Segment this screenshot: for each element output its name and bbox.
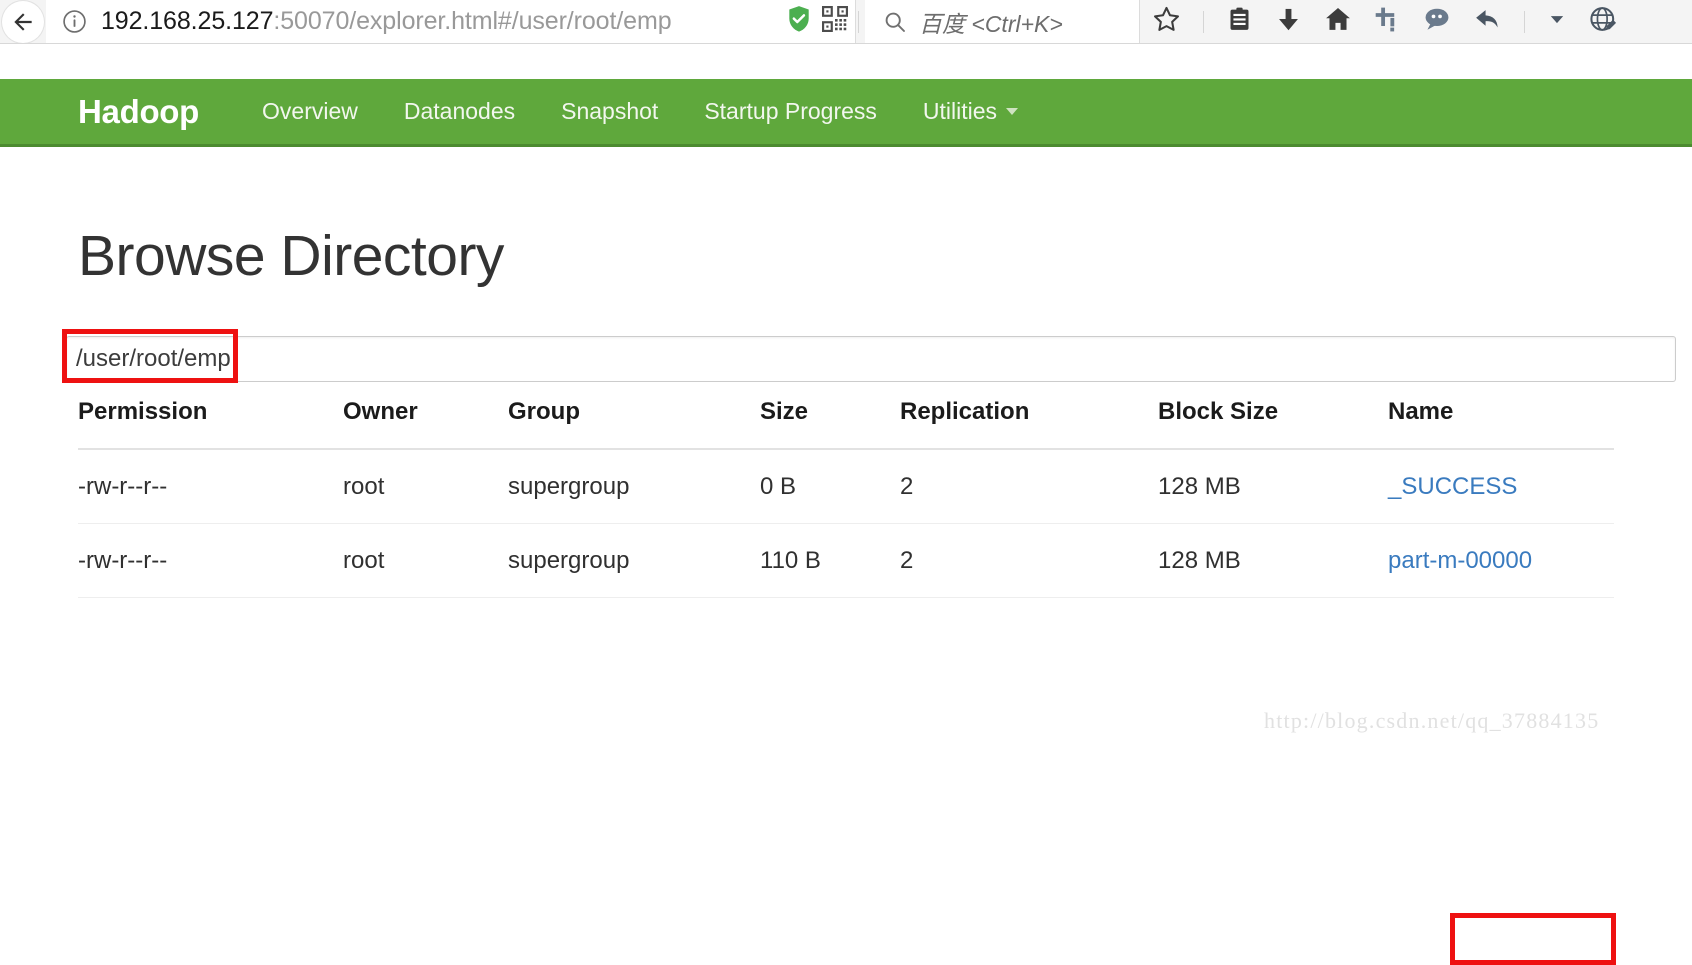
cell-block-size: 128 MB: [1158, 523, 1388, 598]
cell-permission: -rw-r--r--: [78, 523, 343, 598]
table-row: -rw-r--r-- root supergroup 0 B 2 128 MB …: [78, 449, 1614, 524]
cell-owner: root: [343, 523, 508, 598]
file-listing-table: Permission Owner Group Size Replication …: [78, 398, 1616, 965]
cell-size: 110 B: [760, 523, 900, 598]
column-header-block-size[interactable]: Block Size: [1158, 398, 1388, 450]
nav-item-label: Datanodes: [403, 98, 516, 124]
cell-replication: 2: [900, 523, 1158, 598]
security-shield-icon[interactable]: [786, 5, 812, 38]
nav-item-startup-progress[interactable]: Startup Progress: [681, 98, 900, 125]
cell-replication: 2: [900, 449, 1158, 524]
column-header-owner[interactable]: Owner: [343, 398, 508, 450]
cell-name: _SUCCESS: [1388, 449, 1614, 524]
clipboard-list-icon[interactable]: [1226, 6, 1253, 38]
search-icon: [883, 10, 907, 34]
cell-owner: root: [343, 449, 508, 524]
cell-size: 0 B: [760, 449, 900, 524]
annotation-box-name: [1450, 913, 1616, 965]
table-header-row: Permission Owner Group Size Replication …: [78, 398, 1614, 450]
nav-item-label: Utilities: [922, 98, 998, 124]
undo-back-icon[interactable]: [1473, 5, 1502, 39]
home-icon[interactable]: [1324, 5, 1352, 38]
qrcode-icon[interactable]: [822, 6, 848, 37]
nav-item-label: Snapshot: [561, 98, 659, 124]
column-header-permission[interactable]: Permission: [78, 398, 343, 450]
search-box[interactable]: 百度 <Ctrl+K>: [865, 0, 1140, 43]
cell-group: supergroup: [508, 449, 760, 524]
navbar-items: Overview Datanodes Snapshot Startup Prog…: [239, 98, 1041, 125]
file-link-success[interactable]: _SUCCESS: [1388, 473, 1517, 500]
nav-item-overview[interactable]: Overview: [239, 98, 381, 125]
browser-back-button[interactable]: [2, 1, 44, 43]
chevron-down-icon[interactable]: [1547, 9, 1567, 34]
url-text: 192.168.25.127:50070/explorer.html#/user…: [101, 7, 672, 36]
cell-block-size: 128 MB: [1158, 449, 1388, 524]
page-title: Browse Directory: [78, 224, 504, 288]
chrome-divider: [0, 43, 1692, 44]
hadoop-brand[interactable]: Hadoop: [78, 93, 199, 131]
info-icon[interactable]: [62, 9, 87, 34]
page-content: Browse Directory /user/root/emp Permissi…: [0, 147, 1692, 965]
back-arrow-icon: [14, 13, 32, 31]
speech-bubble-icon[interactable]: [1423, 5, 1451, 38]
url-path: :50070/explorer.html#/user/root/emp: [273, 7, 672, 35]
column-header-replication[interactable]: Replication: [900, 398, 1158, 450]
nav-item-label: Overview: [262, 98, 358, 124]
chevron-down-icon: [1006, 108, 1019, 115]
watermark-text: http://blog.csdn.net/qq_37884135: [1264, 708, 1600, 733]
table-row: -rw-r--r-- root supergroup 110 B 2 128 M…: [78, 523, 1614, 598]
download-icon[interactable]: [1275, 6, 1302, 38]
hadoop-navbar: Hadoop Overview Datanodes Snapshot Start…: [0, 79, 1692, 147]
toolbar-divider: [858, 10, 859, 33]
nav-item-label: Startup Progress: [704, 98, 877, 124]
url-bar[interactable]: 192.168.25.127:50070/explorer.html#/user…: [46, 0, 893, 43]
column-header-name[interactable]: Name: [1388, 398, 1614, 450]
globe-edit-icon[interactable]: [1589, 5, 1618, 39]
toolbar-divider: [1203, 10, 1204, 33]
column-header-group[interactable]: Group: [508, 398, 760, 450]
file-link-part-m-00000[interactable]: part-m-00000: [1388, 547, 1532, 574]
toolbar-divider: [1524, 10, 1525, 33]
column-header-size[interactable]: Size: [760, 398, 900, 450]
nav-item-snapshot[interactable]: Snapshot: [538, 98, 681, 125]
star-bookmark-icon[interactable]: [1152, 5, 1181, 39]
nav-item-datanodes[interactable]: Datanodes: [381, 98, 538, 125]
cell-group: supergroup: [508, 523, 760, 598]
search-input-placeholder[interactable]: 百度 <Ctrl+K>: [919, 5, 1063, 39]
path-input[interactable]: /user/root/emp: [66, 336, 1676, 382]
cell-name: part-m-00000: [1388, 523, 1614, 598]
crop-screenshot-icon[interactable]: [1374, 6, 1401, 38]
nav-item-utilities[interactable]: Utilities: [900, 98, 1041, 125]
url-host: 192.168.25.127: [101, 7, 274, 35]
cell-permission: -rw-r--r--: [78, 449, 343, 524]
path-input-value: /user/root/emp: [76, 345, 231, 372]
browser-toolbar: 192.168.25.127:50070/explorer.html#/user…: [0, 0, 1692, 44]
browser-action-icons: [1152, 0, 1618, 43]
